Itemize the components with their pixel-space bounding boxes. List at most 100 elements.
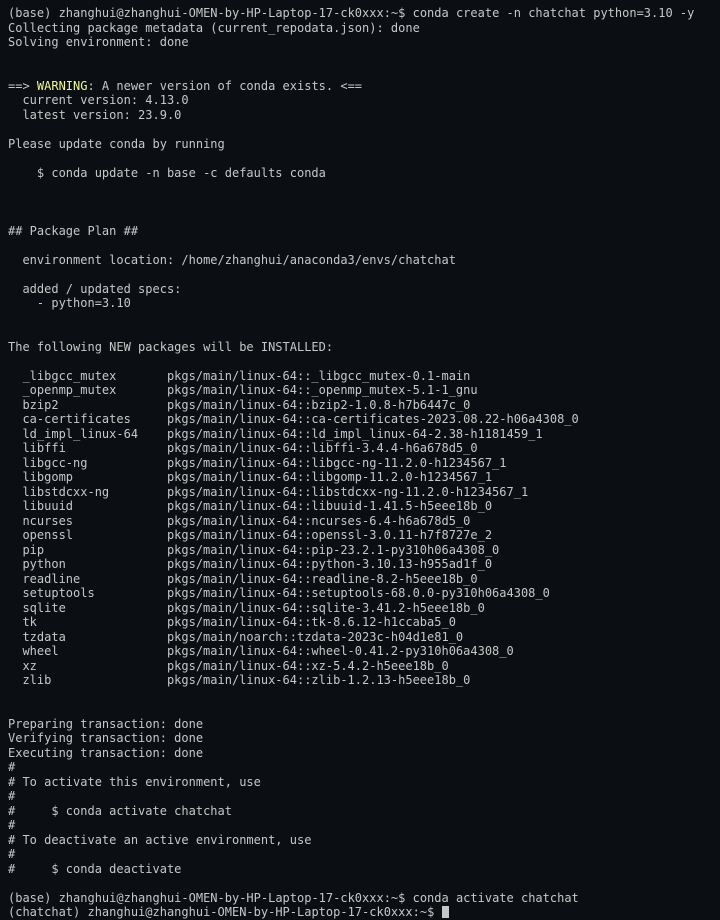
package-spec: pkgs/main/linux-64::libgcc-ng-11.2.0-h12… — [167, 456, 507, 470]
package-spec: pkgs/main/linux-64::bzip2-1.0.8-h7b6447c… — [167, 398, 470, 412]
package-name: setuptools — [22, 586, 166, 601]
package-name: libgcc-ng — [22, 456, 166, 471]
package-name: pip — [22, 543, 166, 558]
package-row: libstdcxx-ngpkgs/main/linux-64::libstdcx… — [22, 485, 528, 500]
prompt-userhost: zhanghui@zhanghui-OMEN-by-HP-Laptop-17-c… — [59, 891, 384, 905]
package-spec: pkgs/main/linux-64::setuptools-68.0.0-py… — [167, 586, 550, 600]
package-spec: pkgs/main/linux-64::pip-23.2.1-py310h06a… — [167, 543, 499, 557]
package-row: tkpkgs/main/linux-64::tk-8.6.12-h1ccaba5… — [22, 615, 455, 630]
output-line: Collecting package metadata (current_rep… — [8, 21, 420, 35]
output-line: Please update conda by running — [8, 137, 225, 151]
package-name: xz — [22, 659, 166, 674]
warning-word: WARNING — [37, 79, 88, 93]
output-line: current version: 4.13.0 — [8, 93, 189, 107]
package-row: ncursespkgs/main/linux-64::ncurses-6.4-h… — [22, 514, 470, 529]
package-spec: pkgs/main/linux-64::tk-8.6.12-h1ccaba5_0 — [167, 615, 456, 629]
package-row: readlinepkgs/main/linux-64::readline-8.2… — [22, 572, 477, 587]
package-row: pippkgs/main/linux-64::pip-23.2.1-py310h… — [22, 543, 499, 558]
package-spec: pkgs/main/linux-64::libuuid-1.41.5-h5eee… — [167, 499, 492, 513]
output-line: Solving environment: done — [8, 35, 189, 49]
package-row: wheelpkgs/main/linux-64::wheel-0.41.2-py… — [22, 644, 513, 659]
package-spec: pkgs/main/linux-64::libffi-3.4.4-h6a678d… — [167, 441, 478, 455]
package-spec: pkgs/main/linux-64::libgomp-11.2.0-h1234… — [167, 470, 492, 484]
warning-line: ==> WARNING: A newer version of conda ex… — [8, 79, 362, 93]
package-row: opensslpkgs/main/linux-64::openssl-3.0.1… — [22, 528, 492, 543]
prompt-userhost: zhanghui@zhanghui-OMEN-by-HP-Laptop-17-c… — [59, 6, 384, 20]
cursor-icon[interactable] — [442, 906, 449, 918]
output-line: # — [8, 760, 15, 774]
package-spec: pkgs/main/linux-64::_libgcc_mutex-0.1-ma… — [167, 369, 470, 383]
output-line: # — [8, 818, 15, 832]
package-name: libstdcxx-ng — [22, 485, 166, 500]
package-row: tzdatapkgs/main/noarch::tzdata-2023c-h04… — [22, 630, 463, 645]
prompt-env: (base) — [8, 6, 59, 20]
package-spec: pkgs/main/linux-64::wheel-0.41.2-py310h0… — [167, 644, 514, 658]
package-spec: pkgs/main/linux-64::sqlite-3.41.2-h5eee1… — [167, 601, 485, 615]
prompt-env: (base) — [8, 891, 59, 905]
section-header: ## Package Plan ## — [8, 224, 138, 238]
package-spec: pkgs/main/linux-64::ncurses-6.4-h6a678d5… — [167, 514, 470, 528]
package-name: _libgcc_mutex — [22, 369, 166, 384]
package-name: openssl — [22, 528, 166, 543]
package-name: libuuid — [22, 499, 166, 514]
output-line: environment location: /home/zhanghui/ana… — [8, 253, 456, 267]
terminal-line: (base) zhanghui@zhanghui-OMEN-by-HP-Lapt… — [8, 891, 579, 905]
package-row: xzpkgs/main/linux-64::xz-5.4.2-h5eee18b_… — [22, 659, 448, 674]
output-line: # $ conda activate chatchat — [8, 804, 232, 818]
package-row: bzip2pkgs/main/linux-64::bzip2-1.0.8-h7b… — [22, 398, 470, 413]
package-row: ld_impl_linux-64pkgs/main/linux-64::ld_i… — [22, 427, 542, 442]
package-spec: pkgs/main/linux-64::readline-8.2-h5eee18… — [167, 572, 478, 586]
output-line: latest version: 23.9.0 — [8, 108, 181, 122]
package-spec: pkgs/main/linux-64::python-3.10.13-h955a… — [167, 557, 492, 571]
package-row: libffipkgs/main/linux-64::libffi-3.4.4-h… — [22, 441, 477, 456]
package-spec: pkgs/main/noarch::tzdata-2023c-h04d1e81_… — [167, 630, 463, 644]
output-line: added / updated specs: — [8, 282, 181, 296]
prompt-userhost: zhanghui@zhanghui-OMEN-by-HP-Laptop-17-c… — [87, 905, 412, 919]
package-spec: pkgs/main/linux-64::libstdcxx-ng-11.2.0-… — [167, 485, 528, 499]
output-line: # — [8, 847, 15, 861]
package-row: libuuidpkgs/main/linux-64::libuuid-1.41.… — [22, 499, 492, 514]
package-spec: pkgs/main/linux-64::ld_impl_linux-64-2.3… — [167, 427, 543, 441]
package-name: _openmp_mutex — [22, 383, 166, 398]
package-row: sqlitepkgs/main/linux-64::sqlite-3.41.2-… — [22, 601, 484, 616]
package-name: libffi — [22, 441, 166, 456]
package-spec: pkgs/main/linux-64::_openmp_mutex-5.1-1_… — [167, 383, 478, 397]
package-row: pythonpkgs/main/linux-64::python-3.10.13… — [22, 557, 492, 572]
output-line: Verifying transaction: done — [8, 731, 203, 745]
output-line: # — [8, 789, 15, 803]
package-name: sqlite — [22, 601, 166, 616]
package-name: ld_impl_linux-64 — [22, 427, 166, 442]
package-row: ca-certificatespkgs/main/linux-64::ca-ce… — [22, 412, 578, 427]
terminal-line: (chatchat) zhanghui@zhanghui-OMEN-by-HP-… — [8, 905, 449, 919]
prompt-env: (chatchat) — [8, 905, 87, 919]
output-line: - python=3.10 — [8, 296, 131, 310]
output-line: $ conda update -n base -c defaults conda — [8, 166, 326, 180]
package-name: ncurses — [22, 514, 166, 529]
package-spec: pkgs/main/linux-64::xz-5.4.2-h5eee18b_0 — [167, 659, 449, 673]
package-name: ca-certificates — [22, 412, 166, 427]
prompt-path: ~ — [391, 891, 398, 905]
package-row: zlibpkgs/main/linux-64::zlib-1.2.13-h5ee… — [22, 673, 470, 688]
output-line: # $ conda deactivate — [8, 862, 181, 876]
output-line: The following NEW packages will be INSTA… — [8, 340, 333, 354]
terminal-line: (base) zhanghui@zhanghui-OMEN-by-HP-Lapt… — [8, 6, 694, 20]
prompt-path: ~ — [420, 905, 427, 919]
package-name: bzip2 — [22, 398, 166, 413]
package-name: libgomp — [22, 470, 166, 485]
command-text[interactable]: conda activate chatchat — [413, 891, 579, 905]
command-text[interactable]: conda create -n chatchat python=3.10 -y — [413, 6, 695, 20]
package-spec: pkgs/main/linux-64::openssl-3.0.11-h7f87… — [167, 528, 492, 542]
output-line: Executing transaction: done — [8, 746, 203, 760]
package-name: zlib — [22, 673, 166, 688]
package-name: tzdata — [22, 630, 166, 645]
package-row: _openmp_mutexpkgs/main/linux-64::_openmp… — [22, 383, 477, 398]
output-line: # To activate this environment, use — [8, 775, 261, 789]
package-spec: pkgs/main/linux-64::zlib-1.2.13-h5eee18b… — [167, 673, 470, 687]
output-line: # To deactivate an active environment, u… — [8, 833, 311, 847]
package-name: wheel — [22, 644, 166, 659]
package-row: _libgcc_mutexpkgs/main/linux-64::_libgcc… — [22, 369, 470, 384]
package-row: libgomppkgs/main/linux-64::libgomp-11.2.… — [22, 470, 492, 485]
package-spec: pkgs/main/linux-64::ca-certificates-2023… — [167, 412, 579, 426]
output-line: Preparing transaction: done — [8, 717, 203, 731]
package-name: tk — [22, 615, 166, 630]
